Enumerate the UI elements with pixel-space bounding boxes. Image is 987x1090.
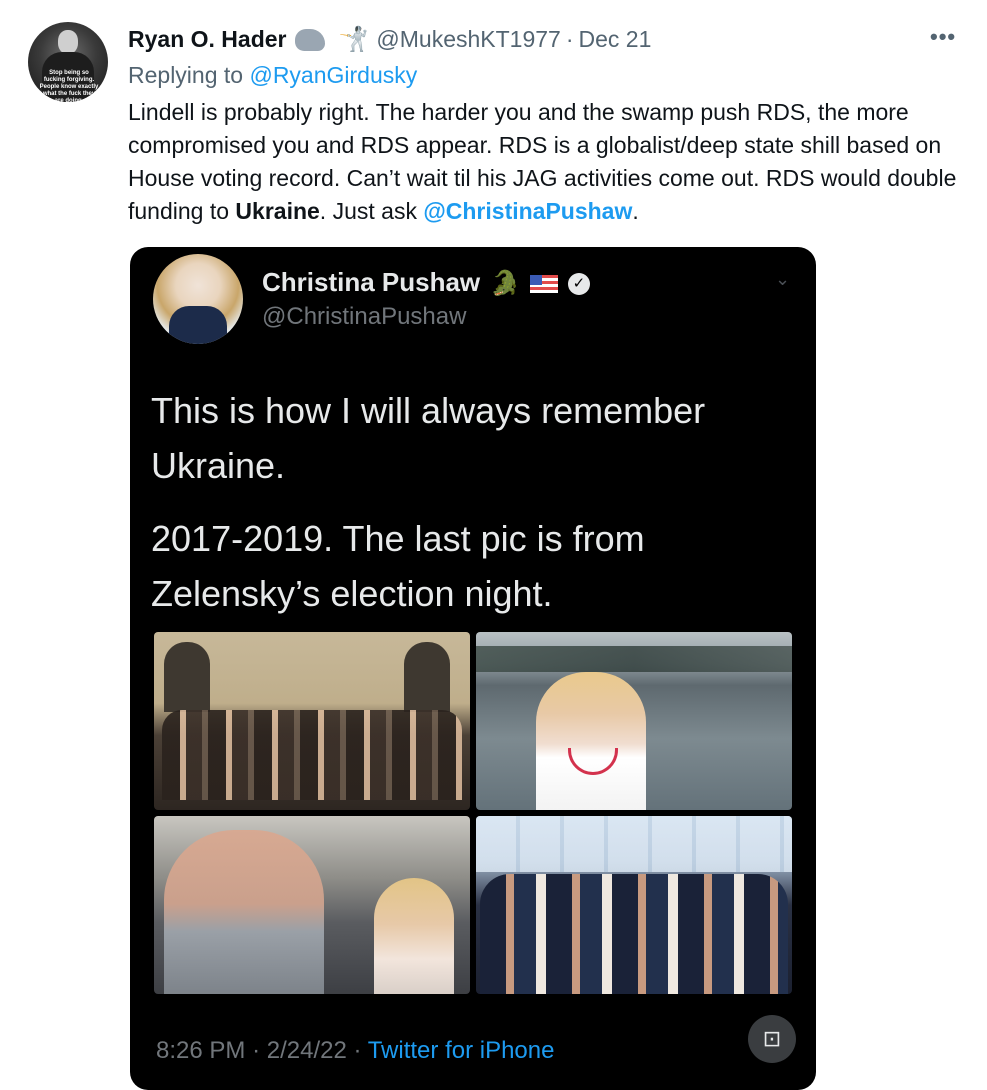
embedded-text-line-3: 2017-2019. The last pic is from bbox=[151, 518, 645, 559]
fencer-emoji-icon: 🤺 bbox=[338, 25, 369, 53]
tweet-text-part2: . Just ask bbox=[319, 198, 424, 224]
separator-dot: · bbox=[565, 25, 574, 52]
crowd bbox=[480, 874, 788, 994]
embedded-time: 8:26 PM bbox=[156, 1037, 246, 1064]
replying-to-line: Replying to @RyanGirdusky bbox=[128, 62, 417, 89]
scan-text-button[interactable]: ⊡ bbox=[748, 1015, 796, 1063]
embedded-text-line-4: Zelensky’s election night. bbox=[151, 573, 553, 614]
more-options-icon[interactable]: ••• bbox=[930, 26, 956, 48]
election-night-photo bbox=[476, 816, 792, 994]
avatar-caption: Stop being so fucking forgiving. People … bbox=[39, 70, 99, 102]
tweet-text-bold: Ukraine bbox=[235, 198, 320, 224]
arched-window bbox=[164, 642, 210, 712]
embedded-client: Twitter for iPhone bbox=[367, 1037, 555, 1064]
embedded-name-icons: 🐊 ✓ bbox=[490, 269, 590, 298]
embedded-paragraph-1: This is how I will always remember Ukrai… bbox=[151, 383, 791, 493]
author-handle[interactable]: @MukeshKT1977 bbox=[376, 26, 560, 53]
replying-to-prefix: Replying to bbox=[128, 62, 244, 88]
embedded-handle: @ChristinaPushaw bbox=[262, 303, 467, 330]
embedded-text-line-2: Ukraine. bbox=[151, 445, 286, 486]
embedded-text-line-1: This is how I will always remember bbox=[151, 390, 706, 431]
replying-to-link[interactable]: @RyanGirdusky bbox=[249, 62, 417, 88]
tweet-header: Ryan O. Hader 🤺 @MukeshKT1977 · Dec 21 bbox=[128, 24, 651, 54]
rhino-emoji-icon bbox=[294, 29, 325, 51]
chevron-down-icon: ⌄ bbox=[775, 269, 791, 289]
far-shore bbox=[476, 646, 792, 672]
group-photo bbox=[154, 632, 470, 810]
photo-grid bbox=[154, 632, 792, 994]
verified-badge-icon: ✓ bbox=[567, 272, 590, 295]
embedded-avatar-jacket bbox=[169, 306, 227, 344]
author-avatar[interactable]: Stop being so fucking forgiving. People … bbox=[28, 22, 108, 102]
tweet-date[interactable]: Dec 21 bbox=[579, 26, 652, 53]
crowd bbox=[162, 710, 462, 800]
tweet-text: Lindell is probably right. The harder yo… bbox=[128, 96, 973, 228]
arched-window bbox=[404, 642, 450, 712]
embedded-tweet-footer: 8:26 PM · 2/24/22 · Twitter for iPhone bbox=[156, 1037, 554, 1065]
tweet-text-end: . bbox=[632, 198, 639, 224]
embedded-avatar bbox=[153, 254, 243, 344]
author-display-name[interactable]: Ryan O. Hader bbox=[128, 26, 287, 53]
avatar-head bbox=[58, 30, 78, 54]
separator-dot: · bbox=[353, 1037, 362, 1064]
separator-dot: · bbox=[252, 1037, 261, 1064]
embedded-tweet-image[interactable]: Christina Pushaw 🐊 ✓ ⌄ @ChristinaPushaw … bbox=[130, 247, 816, 1090]
embedded-tweet-text: This is how I will always remember Ukrai… bbox=[151, 383, 791, 639]
woman-figure bbox=[536, 672, 646, 810]
lakeside-photo bbox=[476, 632, 792, 810]
alligator-emoji-icon: 🐊 bbox=[490, 270, 520, 297]
display-screens bbox=[476, 816, 792, 872]
us-flag-icon bbox=[529, 274, 558, 293]
woman-figure bbox=[374, 878, 454, 994]
embedded-display-name: Christina Pushaw bbox=[262, 267, 481, 297]
mention-link[interactable]: @ChristinaPushaw bbox=[423, 198, 632, 224]
hallway-photo bbox=[154, 816, 470, 994]
embedded-date: 2/24/22 bbox=[266, 1037, 347, 1064]
man-figure bbox=[164, 830, 324, 994]
embedded-paragraph-2: 2017-2019. The last pic is from Zelensky… bbox=[151, 511, 791, 621]
